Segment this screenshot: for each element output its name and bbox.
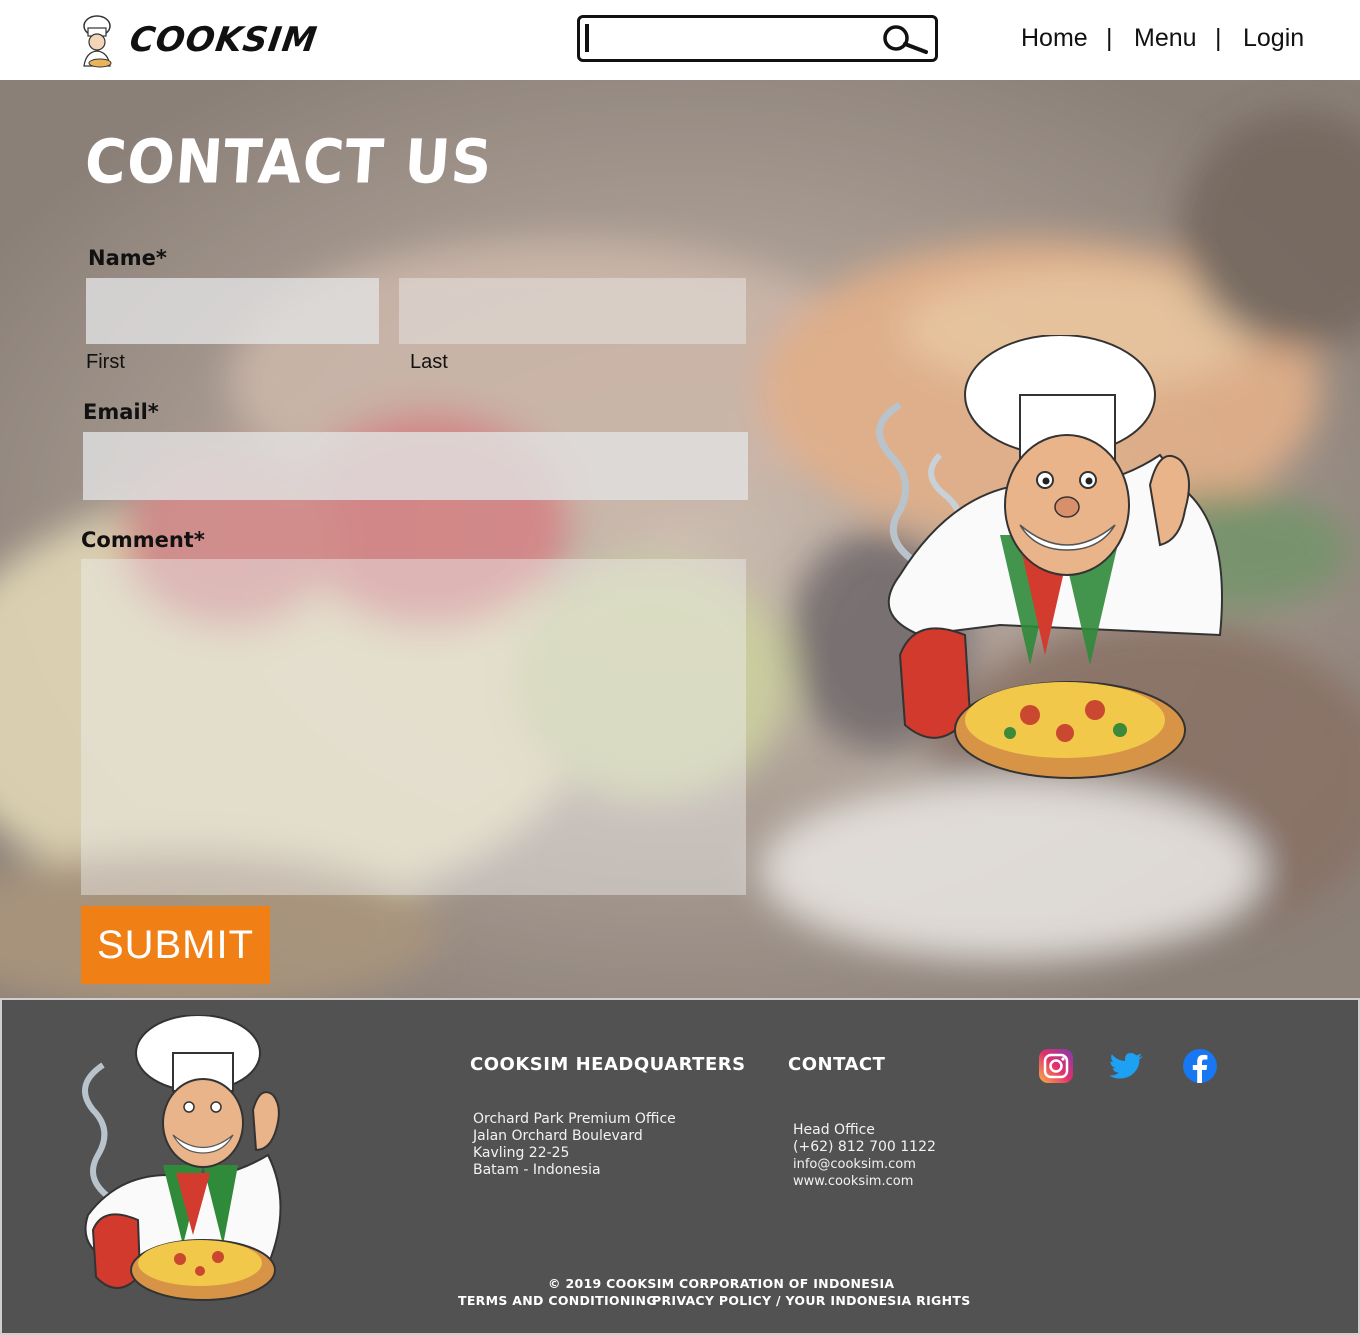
comment-field[interactable] — [81, 559, 746, 895]
email-label: Email* — [83, 400, 159, 424]
facebook-icon[interactable] — [1182, 1048, 1218, 1084]
footer-hq-line: Jalan Orchard Boulevard — [473, 1128, 643, 1144]
search-icon[interactable] — [880, 24, 930, 56]
footer-website-link[interactable]: www.cooksim.com — [793, 1173, 913, 1190]
footer-hq-title: COOKSIM HEADQUARTERS — [470, 1054, 746, 1075]
email-field[interactable] — [83, 432, 748, 500]
footer-chef-mascot-icon — [82, 1015, 282, 1301]
nav-separator: | — [1106, 24, 1113, 52]
instagram-icon[interactable] — [1038, 1048, 1074, 1084]
footer-email-link[interactable]: info@cooksim.com — [793, 1156, 916, 1173]
footer-hq-line: Kavling 22-25 — [473, 1145, 570, 1161]
last-name-field[interactable] — [399, 278, 746, 344]
nav-menu[interactable]: Menu — [1134, 24, 1197, 53]
footer-contact-title: CONTACT — [788, 1054, 886, 1075]
twitter-icon[interactable] — [1109, 1048, 1145, 1084]
footer-hq-line: Orchard Park Premium Office — [473, 1111, 676, 1127]
copyright-text: © 2019 COOKSIM CORPORATION OF INDONESIA — [548, 1276, 895, 1291]
terms-link[interactable]: TERMS AND CONDITIONING — [458, 1293, 657, 1308]
last-name-label: Last — [410, 351, 448, 373]
brand-name[interactable]: COOKSIM — [127, 20, 320, 60]
footer-phone: (+62) 812 700 1122 — [793, 1139, 936, 1155]
chef-mascot-icon — [876, 335, 1223, 779]
nav-home[interactable]: Home — [1021, 24, 1088, 53]
first-name-field[interactable] — [86, 278, 379, 344]
nav-separator: | — [1215, 24, 1222, 52]
search-caret — [585, 24, 589, 52]
submit-button[interactable]: SUBMIT — [81, 906, 270, 984]
footer-hq-line: Batam - Indonesia — [473, 1162, 601, 1178]
privacy-link[interactable]: PRIVACY POLICY / YOUR INDONESIA RIGHTS — [652, 1293, 971, 1308]
page-title: CONTACT US — [82, 127, 495, 198]
nav-login[interactable]: Login — [1243, 24, 1304, 53]
comment-label: Comment* — [81, 528, 205, 552]
name-label: Name* — [88, 246, 167, 270]
chef-logo-icon[interactable] — [76, 14, 118, 70]
first-name-label: First — [86, 351, 125, 373]
footer-contact-line: Head Office — [793, 1122, 875, 1138]
